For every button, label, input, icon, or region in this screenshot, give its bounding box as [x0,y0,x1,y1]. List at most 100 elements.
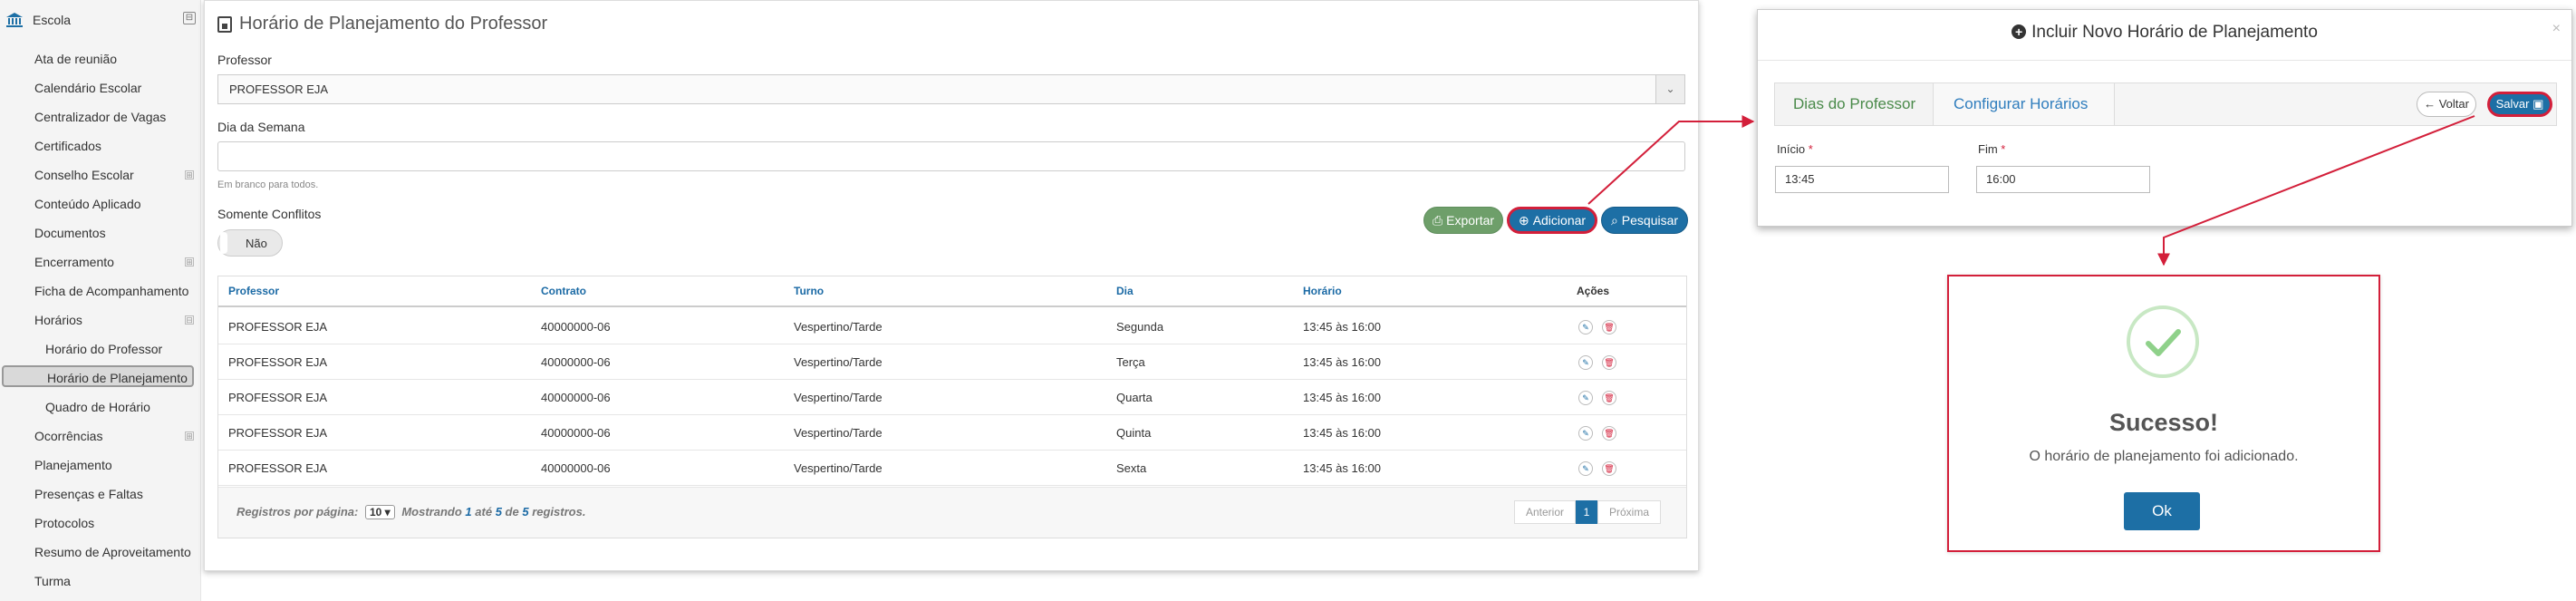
sidebar-header-escola[interactable]: Escola ⊟ [5,9,196,31]
column-header-horario[interactable]: Horário [1303,285,1342,297]
table-row: PROFESSOR EJA 40000000-06 Vespertino/Tar… [218,309,1686,344]
wizard-step-configurar-horarios[interactable]: Configurar Horários [1934,83,2115,125]
per-page-select[interactable]: 10 ▾ [364,505,395,519]
professor-select[interactable]: PROFESSOR EJA ⌄ [217,74,1685,104]
edit-icon[interactable]: ✎ [1578,426,1593,441]
expand-icon[interactable]: ⊞ [185,431,194,441]
collapse-icon[interactable]: ⊟ [185,315,194,325]
cell-turno: Vespertino/Tarde [794,391,883,404]
sidebar-item-certificados[interactable]: Certificados [34,135,101,157]
edit-icon[interactable]: ✎ [1578,355,1593,370]
cell-turno: Vespertino/Tarde [794,355,883,369]
success-check-icon [2127,305,2199,378]
collapse-icon[interactable]: ⊟ [183,12,196,24]
check-icon [2146,329,2181,356]
cell-dia: Quinta [1116,426,1152,440]
of-word: de [505,505,519,519]
trash-icon[interactable]: 🗑 [1602,355,1616,370]
day-of-week-input[interactable] [217,141,1685,171]
sidebar-item-horario-do-professor[interactable]: Horário do Professor [45,338,162,360]
page-title: Horário de Planejamento do Professor [217,14,547,34]
column-header-contrato[interactable]: Contrato [541,285,586,297]
edit-icon[interactable]: ✎ [1578,320,1593,334]
cell-turno: Vespertino/Tarde [794,320,883,334]
cell-horario: 13:45 às 16:00 [1303,355,1382,369]
sidebar-item-resumo-de-aproveitamento[interactable]: Resumo de Aproveitamento [34,541,191,563]
sidebar-item-encerramento[interactable]: Encerramento [34,251,114,273]
sidebar-item-centralizador-de-vagas[interactable]: Centralizador de Vagas [34,106,166,128]
professor-label: Professor [217,53,272,67]
wizard-step-dias-do-professor[interactable]: Dias do Professor [1775,83,1934,125]
export-button-label: Exportar [1446,213,1495,228]
cell-contrato: 40000000-06 [541,426,611,440]
trash-icon[interactable]: 🗑 [1602,320,1616,334]
column-header-professor[interactable]: Professor [228,285,279,297]
expand-icon[interactable]: ⊞ [185,257,194,267]
add-button[interactable]: ⊕ Adicionar [1507,207,1597,234]
sidebar-item-protocolos[interactable]: Protocolos [34,512,94,534]
search-icon: ⌕ [1610,212,1618,228]
records-info: Registros por página: 10 ▾ Mostrando 1 a… [236,505,585,519]
success-dialog: Sucesso! O horário de planejamento foi a… [1947,275,2380,552]
cell-horario: 13:45 às 16:00 [1303,391,1382,404]
pagination-page-1[interactable]: 1 [1576,500,1597,524]
trash-icon[interactable]: 🗑 [1602,426,1616,441]
cell-dia: Terça [1116,355,1145,369]
table-header: Professor Contrato Turno Dia Horário Açõ… [218,276,1686,307]
trash-icon[interactable]: 🗑 [1602,461,1616,476]
close-icon[interactable]: × [2552,21,2561,37]
sidebar-item-documentos[interactable]: Documentos [34,222,106,244]
end-time-label-text: Fim [1978,142,1998,156]
save-button[interactable]: Salvar ▣ [2487,92,2552,117]
add-schedule-modal: + Incluir Novo Horário de Planejamento × … [1757,9,2572,227]
expand-icon[interactable]: ⊞ [185,170,194,179]
main-panel: Horário de Planejamento do Professor Pro… [204,0,1699,571]
table-row: PROFESSOR EJA 40000000-06 Vespertino/Tar… [218,380,1686,415]
sidebar-item-calendario-escolar[interactable]: Calendário Escolar [34,77,141,99]
column-header-turno[interactable]: Turno [794,285,824,297]
sidebar-item-quadro-de-horario[interactable]: Quadro de Horário [45,396,150,418]
plus-circle-icon: + [2012,24,2027,39]
cell-horario: 13:45 às 16:00 [1303,461,1382,475]
export-button[interactable]: ⎙ Exportar [1423,207,1503,234]
professor-select-value: PROFESSOR EJA [229,82,329,96]
conflicts-toggle[interactable]: Não [217,229,283,257]
sidebar-item-conselho-escolar[interactable]: Conselho Escolar [34,164,134,186]
start-time-label-text: Início [1777,142,1806,156]
records-total: 5 [522,505,529,519]
sidebar-item-ficha-de-acompanhamento[interactable]: Ficha de Acompanhamento [34,280,188,302]
sidebar-item-horarios[interactable]: Horários [34,309,82,331]
cell-dia: Sexta [1116,461,1147,475]
bank-icon [6,13,23,27]
chevron-down-icon[interactable]: ⌄ [1655,75,1684,103]
sidebar-item-conteudo-aplicado[interactable]: Conteúdo Aplicado [34,193,141,215]
column-header-dia[interactable]: Dia [1116,285,1134,297]
document-icon [217,15,232,33]
cell-contrato: 40000000-06 [541,355,611,369]
ok-button[interactable]: Ok [2124,492,2200,530]
cell-horario: 13:45 às 16:00 [1303,426,1382,440]
back-button[interactable]: ← Voltar [2417,92,2476,117]
table-row: PROFESSOR EJA 40000000-06 Vespertino/Tar… [218,451,1686,486]
sidebar-item-planejamento[interactable]: Planejamento [34,454,112,476]
back-button-label: Voltar [2438,97,2469,111]
column-header-acoes: Ações [1577,285,1610,297]
pagination-next[interactable]: Próxima [1597,500,1661,524]
schedule-table: Professor Contrato Turno Dia Horário Açõ… [217,276,1687,538]
end-time-input[interactable]: 16:00 [1976,166,2150,193]
sidebar-item-horario-de-planejamento[interactable]: Horário de Planejamento [2,365,194,387]
sidebar-item-presencas-e-faltas[interactable]: Presenças e Faltas [34,483,143,505]
sidebar-item-ocorrencias[interactable]: Ocorrências [34,425,102,447]
search-button[interactable]: ⌕ Pesquisar [1601,207,1688,234]
trash-icon[interactable]: 🗑 [1602,391,1616,405]
wizard-steps: Dias do Professor Configurar Horários ← … [1774,82,2557,126]
end-time-label: Fim * [1978,142,2005,156]
start-time-input[interactable]: 13:45 [1775,166,1949,193]
sidebar: Escola ⊟ Ata de reunião Calendário Escol… [0,0,201,601]
sidebar-item-ata-de-reuniao[interactable]: Ata de reunião [34,48,117,70]
sidebar-item-turma[interactable]: Turma [34,570,71,592]
cell-contrato: 40000000-06 [541,391,611,404]
edit-icon[interactable]: ✎ [1578,391,1593,405]
pagination-previous[interactable]: Anterior [1514,500,1576,524]
edit-icon[interactable]: ✎ [1578,461,1593,476]
